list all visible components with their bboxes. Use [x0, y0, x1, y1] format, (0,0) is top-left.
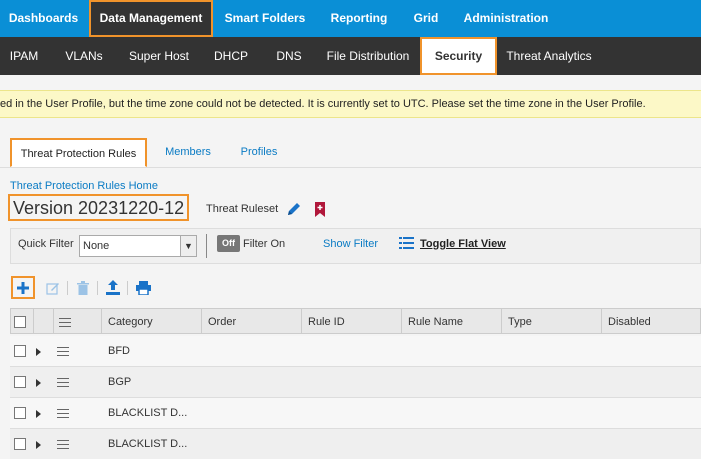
- top-nav: Dashboards Data Management Smart Folders…: [0, 0, 701, 37]
- tab-bar: Threat Protection Rules Members Profiles: [0, 138, 701, 168]
- export-icon: [106, 280, 120, 295]
- nav-administration[interactable]: Administration: [451, 0, 561, 37]
- quick-filter-label: Quick Filter: [18, 238, 74, 250]
- subnav-vlans[interactable]: VLANs: [52, 37, 116, 75]
- toggle-flat-view-link[interactable]: Toggle Flat View: [420, 238, 506, 250]
- page-title: Version 20231220-12: [8, 194, 190, 221]
- edit-button[interactable]: [41, 276, 65, 299]
- threat-ruleset-label: Threat Ruleset: [206, 203, 279, 215]
- timezone-warning-banner: ed in the User Profile, but the time zon…: [0, 90, 701, 118]
- divider: [127, 281, 128, 295]
- row-checkbox[interactable]: [14, 407, 26, 419]
- print-button[interactable]: [131, 276, 155, 299]
- list-icon[interactable]: [399, 236, 414, 250]
- subnav-file-distribution[interactable]: File Distribution: [318, 37, 418, 75]
- breadcrumb[interactable]: Threat Protection Rules Home: [10, 180, 158, 192]
- nav-dashboards[interactable]: Dashboards: [0, 0, 87, 37]
- print-icon: [135, 280, 151, 295]
- subnav-dhcp[interactable]: DHCP: [202, 37, 260, 75]
- subnav-dns[interactable]: DNS: [264, 37, 314, 75]
- drag-handle-icon[interactable]: [57, 378, 69, 387]
- expand-caret-icon[interactable]: [36, 348, 41, 356]
- row-checkbox[interactable]: [14, 345, 26, 357]
- column-header-type[interactable]: Type: [501, 309, 601, 333]
- drag-handle-icon[interactable]: [57, 440, 69, 449]
- add-icon: [17, 281, 29, 294]
- drag-handle-icon: [59, 318, 71, 327]
- column-header-rule-id[interactable]: Rule ID: [301, 309, 401, 333]
- tab-members[interactable]: Members: [158, 138, 218, 167]
- edit-icon: [46, 282, 59, 295]
- subnav-super-host[interactable]: Super Host: [120, 37, 198, 75]
- expand-caret-icon[interactable]: [36, 441, 41, 449]
- header-drag-col: [53, 309, 101, 333]
- cell-category: BLACKLIST D...: [108, 407, 188, 419]
- drag-handle-icon[interactable]: [57, 409, 69, 418]
- show-filter-link[interactable]: Show Filter: [323, 238, 378, 250]
- cell-category: BFD: [108, 345, 130, 357]
- table-header: Category Order Rule ID Rule Name Type Di…: [10, 308, 701, 334]
- row-checkbox[interactable]: [14, 438, 26, 450]
- column-header-category[interactable]: Category: [101, 309, 201, 333]
- row-checkbox[interactable]: [14, 376, 26, 388]
- tab-profiles[interactable]: Profiles: [232, 138, 286, 167]
- table-row[interactable]: BFD: [10, 336, 701, 367]
- bookmark-icon[interactable]: [314, 202, 326, 217]
- nav-data-management[interactable]: Data Management: [89, 0, 213, 37]
- divider: [206, 234, 207, 258]
- filter-toggle[interactable]: Off: [217, 235, 240, 252]
- export-button[interactable]: [101, 276, 125, 299]
- subnav-ipam[interactable]: IPAM: [0, 37, 48, 75]
- chevron-down-icon[interactable]: ▼: [180, 236, 196, 256]
- expand-caret-icon[interactable]: [36, 379, 41, 387]
- select-all-checkbox[interactable]: [14, 316, 26, 328]
- header-spacer: [33, 309, 53, 333]
- column-header-order[interactable]: Order: [201, 309, 301, 333]
- add-button[interactable]: [11, 276, 35, 299]
- nav-grid[interactable]: Grid: [403, 0, 449, 37]
- subnav-threat-analytics[interactable]: Threat Analytics: [499, 37, 599, 75]
- divider: [67, 281, 68, 295]
- pencil-icon[interactable]: [286, 201, 302, 217]
- table-row[interactable]: BGP: [10, 367, 701, 398]
- subnav-security[interactable]: Security: [420, 37, 497, 75]
- nav-smart-folders[interactable]: Smart Folders: [215, 0, 315, 37]
- delete-icon: [77, 280, 89, 295]
- filter-on-label: Filter On: [243, 238, 286, 250]
- table-row[interactable]: BLACKLIST D...: [10, 398, 701, 429]
- delete-button[interactable]: [71, 276, 95, 299]
- quick-filter-select[interactable]: None ▼: [79, 235, 197, 257]
- nav-reporting[interactable]: Reporting: [317, 0, 401, 37]
- column-header-rule-name[interactable]: Rule Name: [401, 309, 501, 333]
- filter-bar: Quick Filter None ▼ Off Filter On Show F…: [10, 228, 701, 264]
- drag-handle-icon[interactable]: [57, 347, 69, 356]
- table-row[interactable]: BLACKLIST D...: [10, 429, 701, 459]
- spacer: [0, 75, 701, 90]
- tab-threat-protection-rules[interactable]: Threat Protection Rules: [10, 138, 147, 167]
- divider: [97, 281, 98, 295]
- expand-caret-icon[interactable]: [36, 410, 41, 418]
- column-header-disabled[interactable]: Disabled: [601, 309, 701, 333]
- cell-category: BLACKLIST D...: [108, 438, 188, 450]
- quick-filter-value: None: [83, 240, 110, 252]
- sub-nav: IPAM VLANs Super Host DHCP DNS File Dist…: [0, 37, 701, 75]
- cell-category: BGP: [108, 376, 132, 388]
